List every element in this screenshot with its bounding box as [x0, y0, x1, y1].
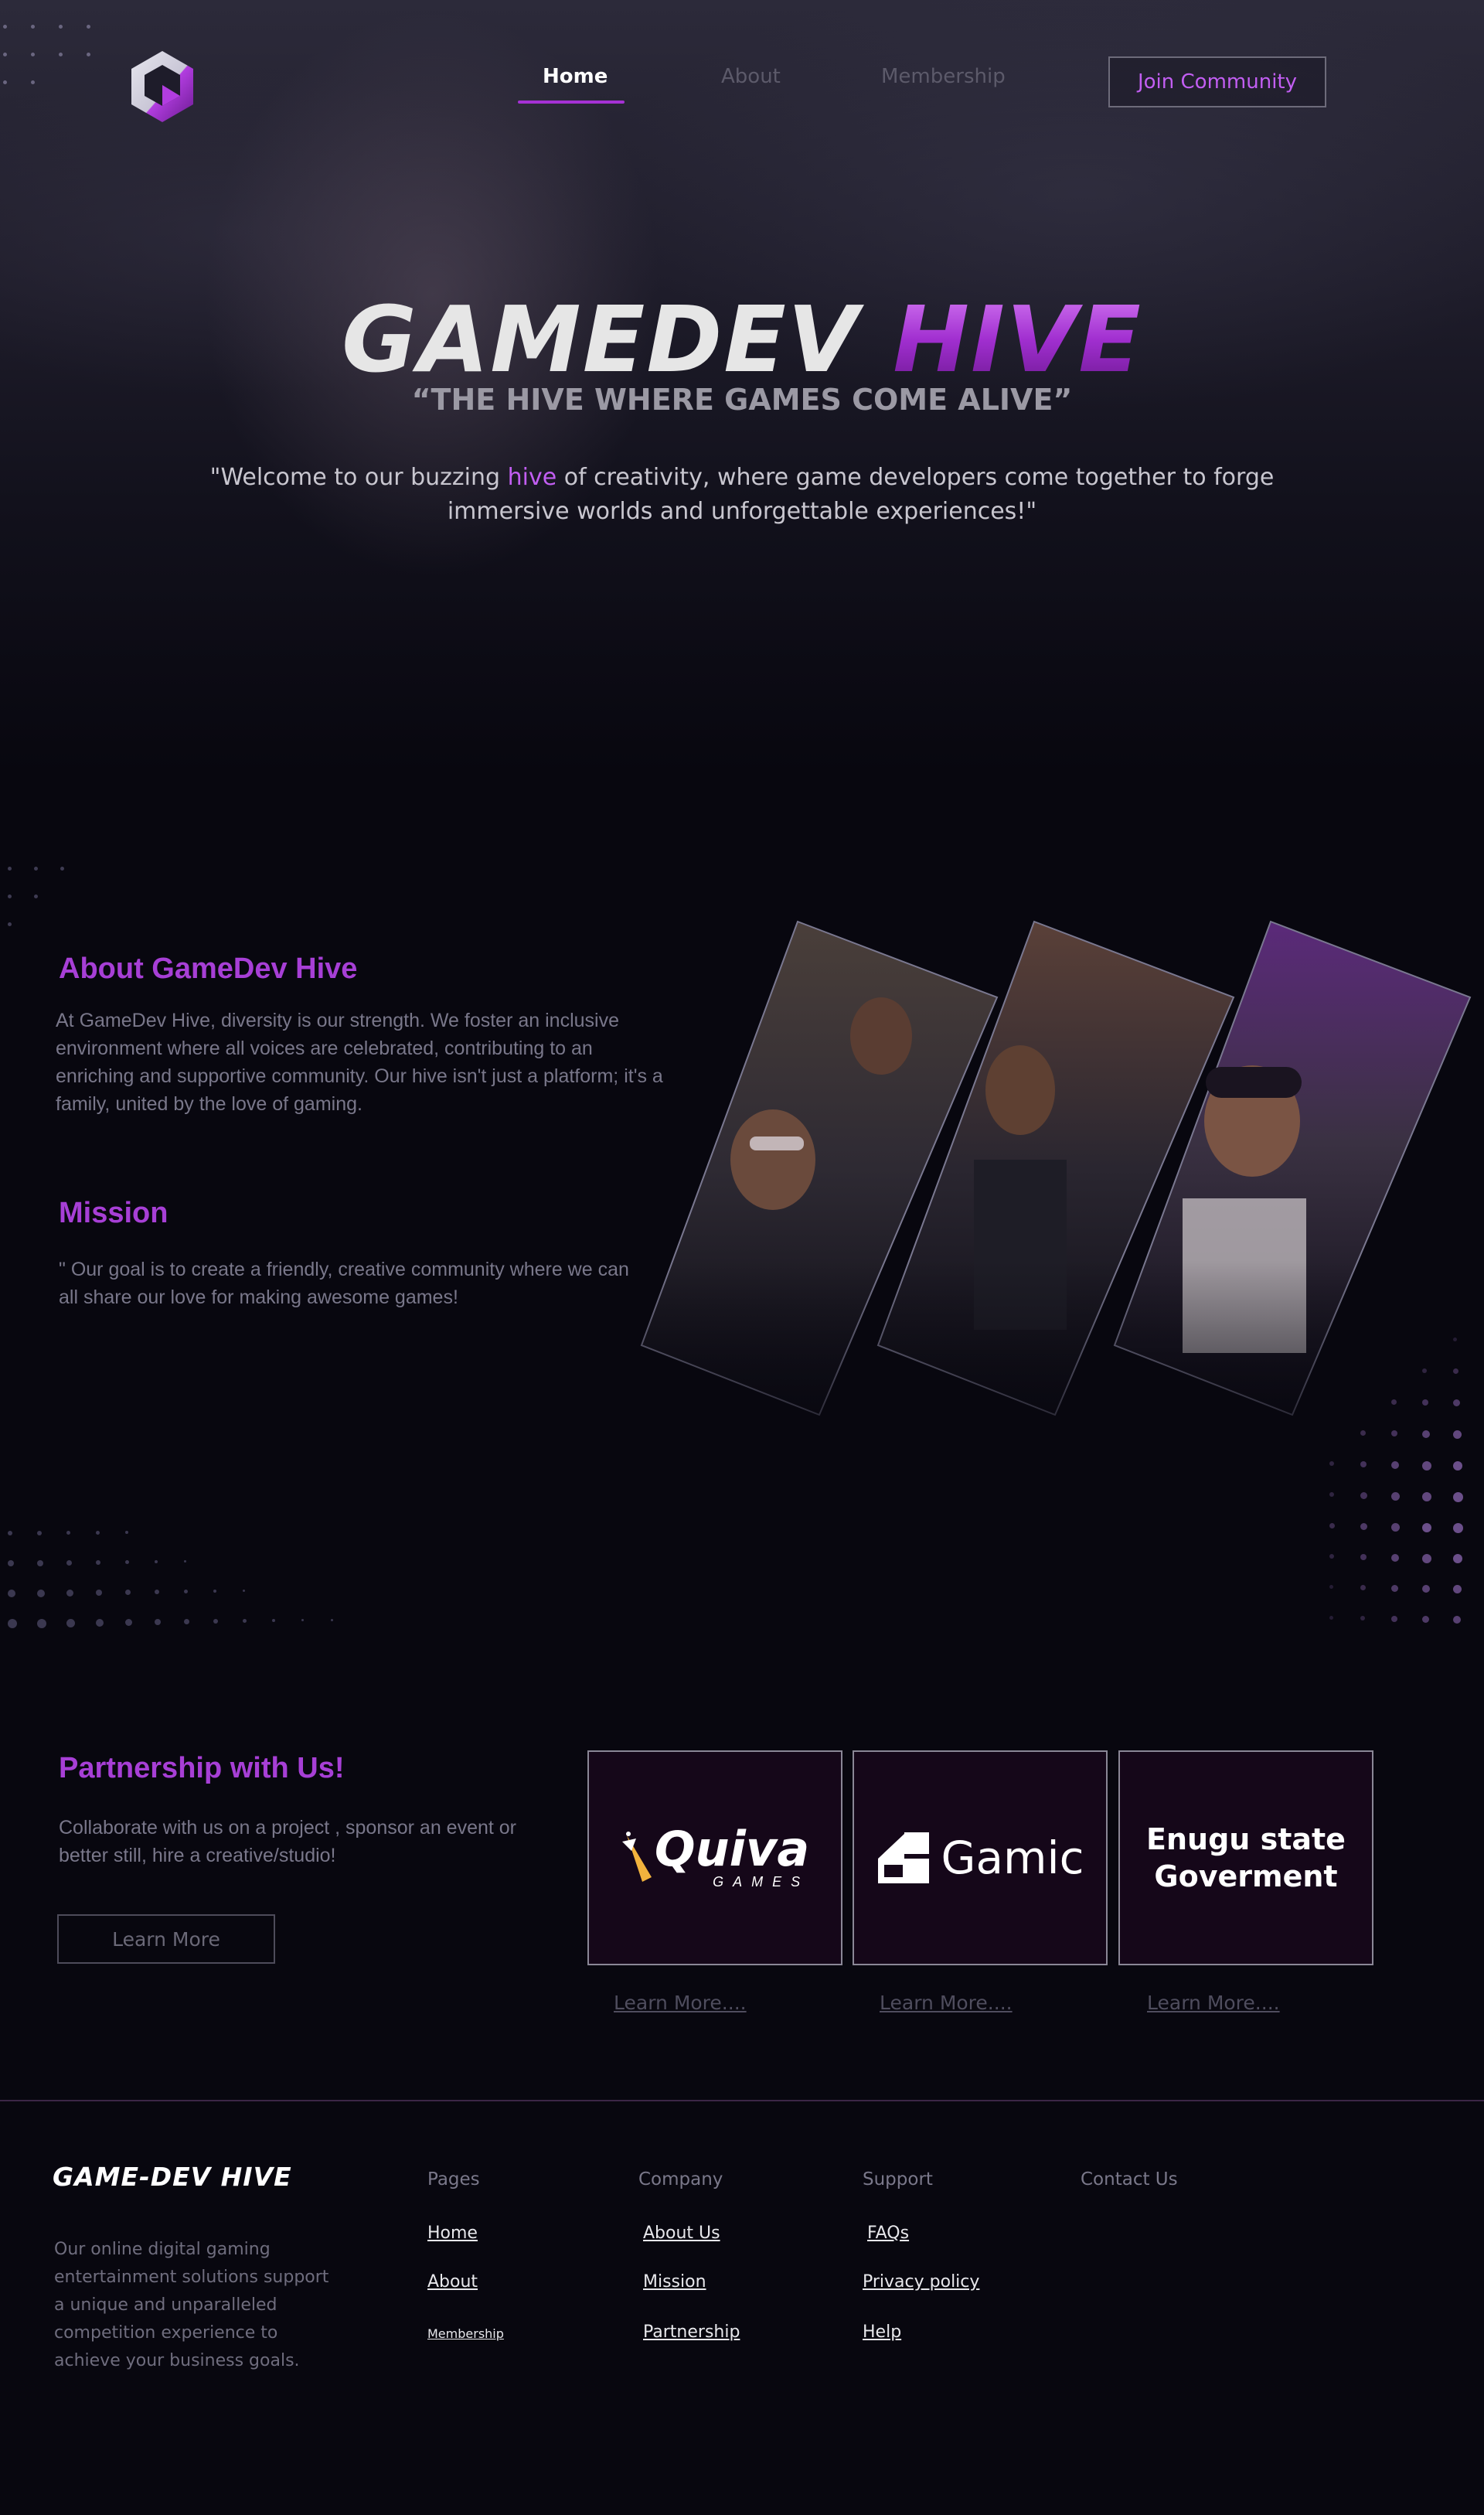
welcome-text-start: "Welcome to our buzzing	[209, 464, 508, 491]
footer-logo[interactable]: GAME-DEV HIVE	[53, 2162, 292, 2192]
footer-heading-company: Company	[638, 2169, 723, 2190]
welcome-text-end: of creativity, where game developers com…	[447, 464, 1275, 525]
decorative-dots	[0, 862, 77, 932]
partner-logo-gamic: Gamic	[941, 1832, 1084, 1884]
nav-active-indicator	[518, 101, 625, 104]
partner-logo-quiva: Quiva	[654, 1820, 810, 1877]
footer-heading-support: Support	[863, 2169, 933, 2190]
footer-divider	[0, 2100, 1484, 2101]
enugu-line-2: Goverment	[1154, 1859, 1338, 1893]
hero-welcome-text: "Welcome to our buzzing hive of creativi…	[209, 461, 1275, 529]
hero-section: Home About Membership Join Community GAM…	[0, 0, 1484, 773]
footer-link-partnership[interactable]: Partnership	[643, 2322, 740, 2342]
partnership-title: Partnership with Us!	[59, 1752, 345, 1784]
decorative-dots	[0, 1523, 356, 1662]
hero-tagline: “THE HIVE WHERE GAMES COME ALIVE”	[411, 383, 1073, 417]
partner-learn-more-link[interactable]: Learn More....	[880, 1992, 1013, 2014]
nav-about[interactable]: About	[721, 65, 781, 88]
hero-title-part1: GAMEDEV	[342, 286, 860, 393]
partner-card-enugu[interactable]: Enugu state Goverment	[1118, 1750, 1373, 1965]
partner-learn-more-link[interactable]: Learn More....	[1147, 1992, 1280, 2014]
enugu-line-1: Enugu state	[1146, 1822, 1346, 1856]
footer-heading-contact[interactable]: Contact Us	[1081, 2169, 1178, 2190]
footer-description: Our online digital gaming entertainment …	[54, 2240, 329, 2370]
footer-link-help[interactable]: Help	[863, 2322, 901, 2342]
learn-more-button[interactable]: Learn More	[57, 1914, 275, 1964]
partnership-text: Collaborate with us on a project , spons…	[59, 1817, 517, 1866]
footer-link-home[interactable]: Home	[427, 2224, 478, 2243]
partner-card-gamic[interactable]: Gamic	[853, 1750, 1108, 1965]
decorative-dots	[1314, 1330, 1484, 1670]
join-community-button[interactable]: Join Community	[1108, 56, 1326, 107]
footer-link-membership[interactable]: Membership	[427, 2326, 504, 2341]
mission-title: Mission	[59, 1197, 168, 1229]
footer-link-faqs[interactable]: FAQs	[867, 2224, 909, 2243]
about-title: About GameDev Hive	[59, 952, 358, 985]
hero-title-part2: HIVE	[893, 286, 1142, 393]
footer-link-about-us[interactable]: About Us	[643, 2224, 720, 2243]
partner-card-quiva[interactable]: Quiva GAMES	[587, 1750, 842, 1965]
partner-learn-more-link[interactable]: Learn More....	[614, 1992, 747, 2014]
footer-link-privacy-policy[interactable]: Privacy policy	[863, 2272, 979, 2292]
footer-link-mission[interactable]: Mission	[643, 2272, 706, 2292]
footer-link-about[interactable]: About	[427, 2272, 478, 2292]
gamic-logo-icon	[877, 1832, 929, 1883]
welcome-highlight: hive	[507, 464, 557, 491]
nav-home[interactable]: Home	[543, 65, 608, 88]
about-text: At GameDev Hive, diversity is our streng…	[56, 1010, 663, 1115]
footer-heading-pages: Pages	[427, 2169, 480, 2190]
nav-membership[interactable]: Membership	[881, 65, 1006, 88]
hero-title: GAMEDEV HIVE	[0, 286, 1484, 393]
quiva-rocket-icon	[621, 1832, 652, 1882]
partner-logo-enugu: Enugu state Goverment	[1146, 1821, 1346, 1895]
mission-text: " Our goal is to create a friendly, crea…	[59, 1259, 629, 1308]
